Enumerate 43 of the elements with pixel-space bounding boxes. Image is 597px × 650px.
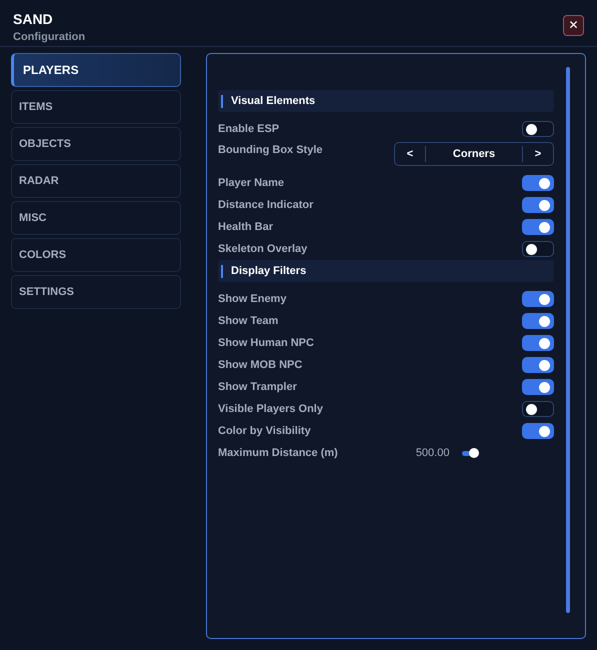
setting-label: Color by Visibility [218, 424, 311, 439]
setting-label: Maximum Distance (m) [218, 446, 338, 461]
sidebar-tab[interactable]: MISC [11, 201, 181, 235]
toggle-switch[interactable] [522, 357, 554, 373]
setting-label: Show Team [218, 314, 278, 329]
toggle-switch[interactable] [522, 313, 554, 329]
setting-label: Show Enemy [218, 292, 286, 307]
setting-label: Health Bar [218, 220, 274, 235]
selected-value: Corners [425, 146, 523, 162]
toggle-switch[interactable] [522, 121, 554, 137]
setting-label: Visible Players Only [218, 402, 323, 417]
sidebar-tab[interactable]: PLAYERS [11, 53, 181, 87]
toggle-switch[interactable] [522, 219, 554, 235]
sidebar-tab[interactable]: OBJECTS [11, 127, 181, 161]
previous-button[interactable]: < [395, 143, 425, 165]
setting-label: Distance Indicator [218, 198, 314, 213]
setting-label: Bounding Box Style [218, 143, 322, 158]
next-button[interactable]: > [523, 143, 553, 165]
toggle-switch[interactable] [522, 379, 554, 395]
section-title: Display Filters [231, 264, 306, 279]
window-subtitle: Configuration [13, 30, 86, 44]
setting-label: Show MOB NPC [218, 358, 302, 373]
toggle-switch[interactable] [522, 197, 554, 213]
slider-value: 500.00 [416, 446, 450, 461]
sidebar-tab[interactable]: RADAR [11, 164, 181, 198]
toggle-switch[interactable] [522, 401, 554, 417]
toggle-switch[interactable] [522, 423, 554, 439]
setting-label: Enable ESP [218, 122, 280, 137]
sidebar-tab[interactable]: COLORS [11, 238, 181, 272]
scrollbar[interactable] [566, 67, 570, 613]
setting-label: Show Human NPC [218, 336, 314, 351]
section-title: Visual Elements [231, 94, 316, 109]
toggle-switch[interactable] [522, 241, 554, 257]
toggle-switch[interactable] [522, 291, 554, 307]
sidebar-tab[interactable]: ITEMS [11, 90, 181, 124]
close-button[interactable]: ✕ [563, 15, 584, 36]
setting-label: Show Trampler [218, 380, 297, 395]
window-title: SAND [13, 11, 54, 27]
toggle-switch[interactable] [522, 175, 554, 191]
toggle-switch[interactable] [522, 335, 554, 351]
sidebar-tab[interactable]: SETTINGS [11, 275, 181, 309]
setting-label: Skeleton Overlay [218, 242, 308, 257]
setting-label: Player Name [218, 176, 284, 191]
